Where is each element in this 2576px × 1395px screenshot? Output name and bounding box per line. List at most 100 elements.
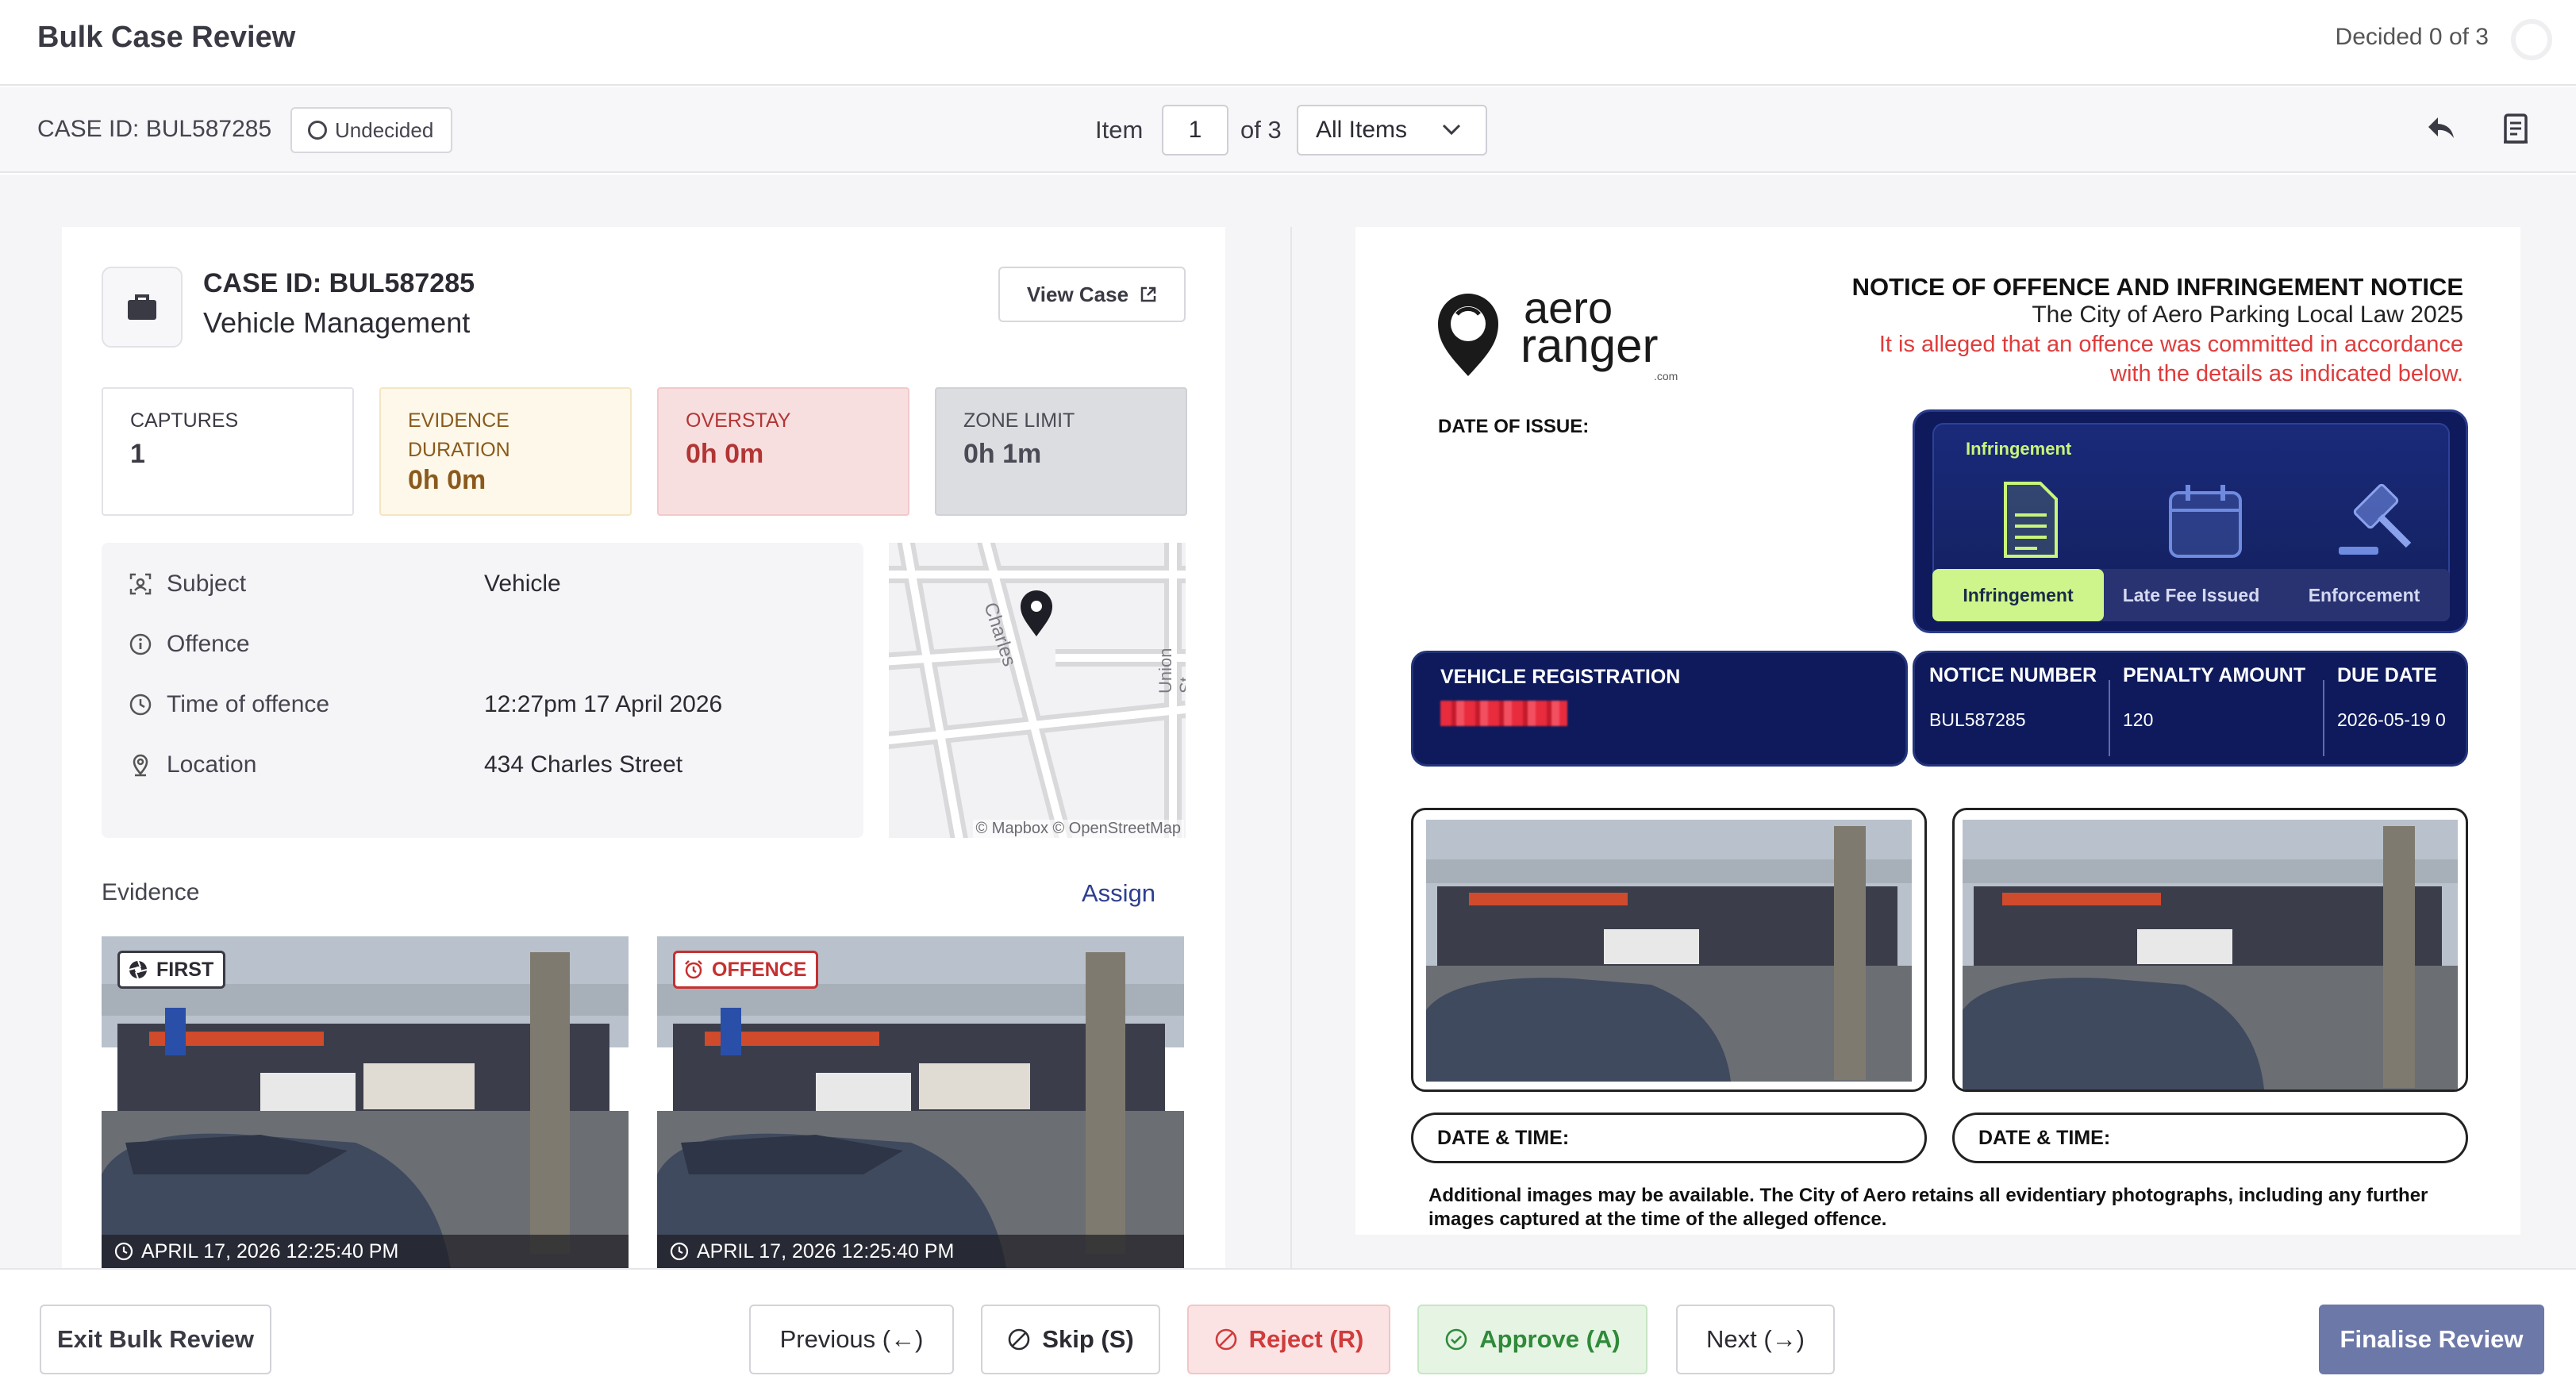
vehicle-registration-box: VEHICLE REGISTRATION	[1411, 651, 1908, 767]
date-of-issue-label: DATE OF ISSUE:	[1438, 416, 1590, 437]
stat-label: DURATION	[408, 439, 510, 461]
detail-label: Subject	[167, 571, 247, 597]
aero-ranger-logo: aero ranger .com	[1435, 282, 1697, 386]
progress-ring	[2511, 19, 2552, 60]
button-label: Finalise Review	[2340, 1325, 2524, 1353]
detail-label: Time of offence	[167, 691, 330, 717]
clock-icon	[114, 1242, 133, 1261]
item-number-input[interactable]	[1162, 105, 1228, 156]
notice-alert: It is alleged that an offence was commit…	[1878, 332, 2463, 386]
skip-button[interactable]: Skip (S)	[981, 1305, 1160, 1374]
clock-icon	[129, 693, 152, 717]
notice-photo	[1411, 808, 1927, 1092]
detail-label: Offence	[167, 631, 250, 657]
exit-bulk-review-button[interactable]: Exit Bulk Review	[40, 1305, 271, 1374]
evidence-tag-offence: OFFENCE	[673, 951, 819, 989]
assign-link[interactable]: Assign	[1082, 879, 1155, 908]
check-circle-icon	[1444, 1328, 1468, 1351]
case-id-heading: CASE ID: BUL587285	[203, 268, 475, 298]
stat-captures: CAPTURES 1	[102, 387, 354, 516]
notice-subtitle: The City of Aero Parking Local Law 2025	[2032, 302, 2463, 328]
detail-row-subject: Subject Vehicle	[129, 567, 561, 601]
document-icon[interactable]	[2501, 113, 2530, 146]
redacted-plate	[1440, 701, 1567, 726]
approve-button[interactable]: Approve (A)	[1417, 1305, 1647, 1374]
item-total: of 3	[1240, 116, 1282, 144]
notice-status-panel: Infringement Infringement Late Fee Issue…	[1913, 409, 2468, 633]
fee-divider	[2109, 680, 2110, 756]
button-label: Exit Bulk Review	[56, 1325, 255, 1353]
detail-row-location: Location 434 Charles Street	[129, 747, 682, 782]
evidence-photo-offence[interactable]: OFFENCE APRIL 17, 2026 12:25:40 PM	[657, 936, 1184, 1268]
case-card: CASE ID: BUL587285 Vehicle Management Vi…	[62, 227, 1225, 1268]
reply-icon[interactable]	[2425, 114, 2457, 143]
fee-label: PENALTY AMOUNT	[2123, 664, 2306, 686]
detail-value: 434 Charles Street	[484, 751, 683, 778]
button-label: Skip (S)	[1042, 1325, 1134, 1353]
button-label: Previous (←)	[779, 1325, 924, 1353]
notice-footer-text: Additional images may be available. The …	[1428, 1185, 2428, 1230]
filter-value: All Items	[1316, 117, 1408, 143]
detail-value: Vehicle	[484, 571, 561, 597]
review-action-bar: Exit Bulk Review Previous (←) Skip (S) R…	[0, 1268, 2576, 1395]
chevron-down-icon	[1441, 122, 1462, 136]
items-filter-select[interactable]: All Items	[1297, 105, 1487, 156]
prohibited-icon	[1007, 1328, 1031, 1351]
fee-label: NOTICE NUMBER	[1929, 664, 2097, 686]
evidence-photo-first[interactable]: FIRST APRIL 17, 2026 12:25:40 PM	[102, 936, 629, 1268]
document-icon	[1999, 480, 2063, 559]
evidence-tag-first: FIRST	[117, 951, 226, 989]
date-time-field: DATE & TIME:	[1952, 1113, 2468, 1163]
status-tab-enforcement: Enforcement	[2308, 584, 2420, 605]
stat-label: ZONE LIMIT	[963, 409, 1075, 432]
button-label: Reject (R)	[1248, 1325, 1364, 1353]
view-case-label: View Case	[1026, 282, 1129, 306]
gavel-icon	[2336, 480, 2415, 559]
stat-evidence-duration: EVIDENCE DURATION 0h 0m	[379, 387, 632, 516]
date-time-field: DATE & TIME:	[1411, 1113, 1927, 1163]
evidence-tag-text: FIRST	[156, 958, 214, 981]
panel-divider	[1290, 227, 1292, 1268]
previous-button[interactable]: Previous (←)	[749, 1305, 954, 1374]
status-panel-title: Infringement	[1966, 439, 2072, 459]
next-button[interactable]: Next (→)	[1676, 1305, 1835, 1374]
fee-divider	[2323, 680, 2324, 756]
notice-title: NOTICE OF OFFENCE AND INFRINGEMENT NOTIC…	[1851, 273, 2463, 301]
stat-value: 1	[130, 439, 145, 469]
status-tab-infringement: Infringement	[1932, 569, 2104, 621]
stat-value: 0h 0m	[408, 465, 486, 495]
item-label: Item	[1095, 116, 1144, 144]
top-header: Bulk Case Review Decided 0 of 3	[0, 0, 2576, 86]
vehicle-registration-label: VEHICLE REGISTRATION	[1440, 666, 1681, 688]
button-label: Next (→)	[1706, 1325, 1805, 1353]
fee-notice-number: NOTICE NUMBER BUL587285	[1929, 664, 2097, 731]
location-pin-icon	[129, 753, 152, 777]
location-map[interactable]: Charles Union St St © Mapbox © OpenStree…	[889, 543, 1186, 838]
detail-row-offence: Offence	[129, 627, 484, 662]
info-icon	[129, 632, 152, 656]
decided-counter: Decided 0 of 3	[2335, 24, 2489, 50]
circle-icon	[308, 121, 327, 140]
stat-value: 0h 1m	[963, 439, 1042, 469]
status-tab-late-fee: Late Fee Issued	[2122, 584, 2260, 605]
page-title: Bulk Case Review	[37, 21, 296, 54]
view-case-button[interactable]: View Case	[998, 267, 1186, 322]
status-tabs: Infringement Late Fee Issued Enforcement	[1932, 569, 2450, 621]
detail-row-time: Time of offence 12:27pm 17 April 2026	[129, 687, 722, 722]
reject-button[interactable]: Reject (R)	[1187, 1305, 1390, 1374]
infringement-notice-preview: aero ranger .com NOTICE OF OFFENCE AND I…	[1355, 227, 2520, 1235]
alarm-clock-icon	[683, 959, 704, 980]
finalise-review-button[interactable]: Finalise Review	[2319, 1305, 2544, 1374]
evidence-heading: Evidence	[102, 879, 200, 905]
external-link-icon	[1140, 286, 1157, 303]
logo-suffix: .com	[1654, 370, 1678, 382]
map-attribution: © Mapbox © OpenStreetMap	[972, 820, 1184, 838]
stat-zone-limit: ZONE LIMIT 0h 1m	[935, 387, 1187, 516]
case-toolbar: CASE ID: BUL587285 Undecided Item of 3 A…	[0, 87, 2576, 173]
fee-due-date: DUE DATE 2026-05-19 0	[2337, 664, 2446, 731]
status-badge: Undecided	[290, 107, 453, 153]
stat-label: CAPTURES	[130, 409, 239, 432]
clock-icon	[670, 1242, 689, 1261]
fee-value: BUL587285	[1929, 709, 2026, 730]
map-street-label: Union St	[1155, 648, 1186, 694]
